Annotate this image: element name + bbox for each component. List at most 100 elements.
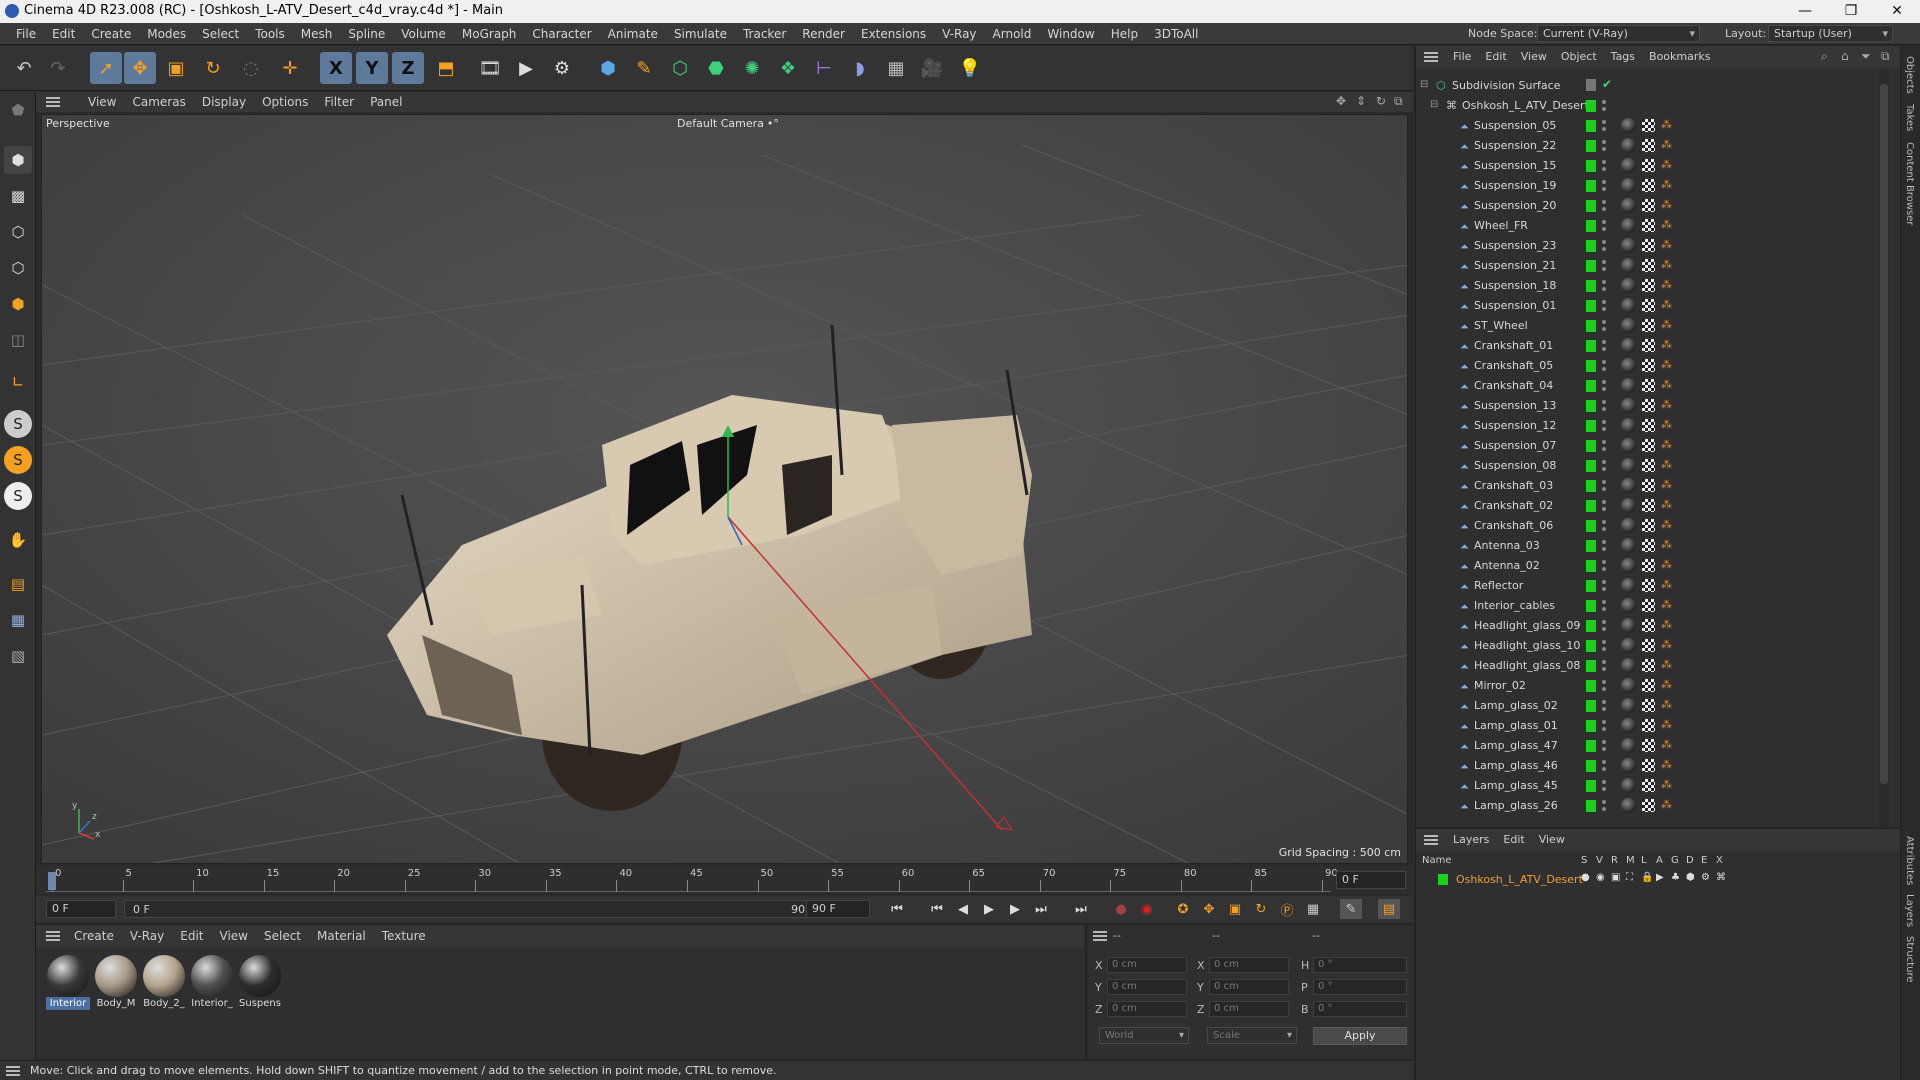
visibility-dots[interactable] (1602, 658, 1606, 674)
uvw-tag-icon[interactable] (1642, 439, 1655, 452)
vray-tag-icon[interactable]: ⁂ (1661, 698, 1672, 711)
vray-tag-icon[interactable]: ⁂ (1661, 778, 1672, 791)
object-row[interactable]: ⏶ Lamp_glass_46 ⁂ (1416, 756, 1886, 776)
coord-value-field[interactable]: 0 ° (1313, 957, 1407, 973)
object-menu-tags[interactable]: Tags (1604, 46, 1642, 68)
layer-solo-icon[interactable]: ● (1581, 872, 1590, 883)
vray-tag-icon[interactable]: ⁂ (1661, 518, 1672, 531)
visibility-dots[interactable] (1602, 238, 1606, 254)
undo-icon[interactable]: ↶ (8, 52, 40, 84)
layer-animation-icon[interactable]: ▶ (1656, 872, 1664, 883)
material-tag-icon[interactable] (1621, 198, 1636, 213)
layer-row[interactable]: Oshkosh_L_ATV_Desert ● ◉ ▣ ⛶ 🔒 ▶ ♣ ⬢ ⚙ ⌘ (1416, 871, 1886, 889)
vray-tag-icon[interactable]: ⁂ (1661, 338, 1672, 351)
visibility-dots[interactable] (1602, 618, 1606, 634)
object-menu-edit[interactable]: Edit (1478, 46, 1513, 68)
vray-tag-icon[interactable]: ⁂ (1661, 398, 1672, 411)
object-row[interactable]: ⏶ Lamp_glass_01 ⁂ (1416, 716, 1886, 736)
viewport-move-icon[interactable]: ⇕ (1356, 94, 1366, 108)
layer-render-icon[interactable]: ▣ (1611, 872, 1620, 883)
layer-color-swatch[interactable] (1586, 620, 1596, 632)
vray-tag-icon[interactable]: ⁂ (1661, 678, 1672, 691)
material-tag-icon[interactable] (1621, 538, 1636, 553)
layer-menu-icon[interactable] (1424, 835, 1438, 845)
visibility-dots[interactable] (1602, 778, 1606, 794)
cube-icon[interactable]: ⬢ (592, 52, 624, 84)
object-row[interactable]: ⏶ Headlight_glass_10 ⁂ (1416, 636, 1886, 656)
viewport-navigate-icon[interactable]: ✥ (1336, 94, 1346, 108)
visibility-dots[interactable] (1602, 498, 1606, 514)
snap-settings-icon[interactable]: S (4, 446, 32, 474)
material-swatch[interactable]: Body_2_ (142, 955, 186, 1015)
menu-tracker[interactable]: Tracker (735, 23, 794, 45)
enabled-check-icon[interactable]: ✔ (1602, 77, 1612, 91)
menu-mesh[interactable]: Mesh (293, 23, 341, 45)
go-to-start-icon[interactable]: ⏮ (886, 899, 908, 919)
object-menu-bookmarks[interactable]: Bookmarks (1642, 46, 1717, 68)
timeline-track[interactable]: 0 5 10 15 20 25 30 35 40 45 50 55 60 65 70 75 80 85 90 (46, 868, 1338, 892)
layer-color-swatch[interactable] (1586, 120, 1596, 132)
vray-tag-icon[interactable]: ⁂ (1661, 138, 1672, 151)
layer-color-swatch[interactable] (1438, 874, 1448, 885)
measure-icon[interactable]: ⊢ (808, 52, 840, 84)
visibility-dots[interactable] (1602, 418, 1606, 434)
apply-button[interactable]: Apply (1313, 1027, 1407, 1045)
uvw-tag-icon[interactable] (1642, 699, 1655, 712)
menu-render[interactable]: Render (794, 23, 853, 45)
object-row[interactable]: ⏶ Crankshaft_03 ⁂ (1416, 476, 1886, 496)
material-swatch[interactable]: Interior_ (190, 955, 234, 1015)
vray-tag-icon[interactable]: ⁂ (1661, 598, 1672, 611)
material-swatch[interactable]: Interior (46, 955, 90, 1015)
scale-icon[interactable]: ▣ (160, 52, 192, 84)
subdivision-icon[interactable]: ⬡ (664, 52, 696, 84)
material-tag-icon[interactable] (1621, 638, 1636, 653)
menu-animate[interactable]: Animate (600, 23, 666, 45)
material-menu-view[interactable]: View (212, 925, 256, 947)
layer-color-swatch[interactable] (1586, 400, 1596, 412)
visibility-dots[interactable] (1602, 638, 1606, 654)
layer-expression-icon[interactable]: ⚙ (1701, 872, 1710, 883)
perspective-viewport[interactable]: Perspective Default Camera •° Grid Spacin… (41, 114, 1408, 864)
extrude-icon[interactable]: ⬣ (700, 52, 732, 84)
visibility-dots[interactable] (1602, 538, 1606, 554)
layer-generator-icon[interactable]: ♣ (1671, 872, 1680, 883)
autokey-icon[interactable]: ◉ (1136, 899, 1158, 919)
object-row[interactable]: ⏶ Suspension_05 ⁂ (1416, 116, 1886, 136)
object-row[interactable]: ⏶ Suspension_13 ⁂ (1416, 396, 1886, 416)
scrollbar-thumb[interactable] (1880, 84, 1888, 784)
uvw-tag-icon[interactable] (1642, 299, 1655, 312)
coord-value-field[interactable]: 0 cm (1107, 1001, 1187, 1017)
uvw-tag-icon[interactable] (1642, 679, 1655, 692)
uvw-tag-icon[interactable] (1642, 379, 1655, 392)
menu-volume[interactable]: Volume (393, 23, 454, 45)
timeline-ruler[interactable]: 0 5 10 15 20 25 30 35 40 45 50 55 60 65 70 75 80 85 90 0 F (36, 866, 1413, 894)
object-row-root[interactable]: ⊟ ⬡ Subdivision Surface ✔ (1416, 76, 1886, 96)
material-swatch[interactable]: Body_M (94, 955, 138, 1015)
layer-color-swatch[interactable] (1586, 680, 1596, 692)
layer-color-swatch[interactable] (1586, 260, 1596, 272)
material-tag-icon[interactable] (1621, 358, 1636, 373)
visibility-dots[interactable] (1602, 298, 1606, 314)
layer-color-swatch[interactable] (1586, 160, 1596, 172)
viewport-rotate-icon[interactable]: ↻ (1376, 94, 1386, 108)
close-button[interactable]: ✕ (1874, 0, 1920, 23)
vray-tag-icon[interactable]: ⁂ (1661, 558, 1672, 571)
uvw-tag-icon[interactable] (1642, 539, 1655, 552)
uvw-tag-icon[interactable] (1642, 419, 1655, 432)
viewport-camera-label[interactable]: Default Camera •° (677, 117, 779, 130)
x-axis-icon[interactable]: X (320, 52, 352, 84)
uvw-tag-icon[interactable] (1642, 639, 1655, 652)
vray-tag-icon[interactable]: ⁂ (1661, 738, 1672, 751)
coordinate-mode-dropdown[interactable]: World (1099, 1027, 1189, 1044)
uvw-tag-icon[interactable] (1642, 739, 1655, 752)
layer-color-swatch[interactable] (1586, 460, 1596, 472)
uvw-tag-icon[interactable] (1642, 159, 1655, 172)
vray-tag-icon[interactable]: ⁂ (1661, 298, 1672, 311)
timeline-icon[interactable]: ▤ (1378, 899, 1400, 919)
layer-menu-view[interactable]: View (1532, 829, 1572, 851)
layer-color-swatch[interactable] (1586, 480, 1596, 492)
coord-value-field[interactable]: 0 cm (1209, 957, 1289, 973)
material-tag-icon[interactable] (1621, 138, 1636, 153)
vray-tag-icon[interactable]: ⁂ (1661, 198, 1672, 211)
menu-mograph[interactable]: MoGraph (454, 23, 525, 45)
